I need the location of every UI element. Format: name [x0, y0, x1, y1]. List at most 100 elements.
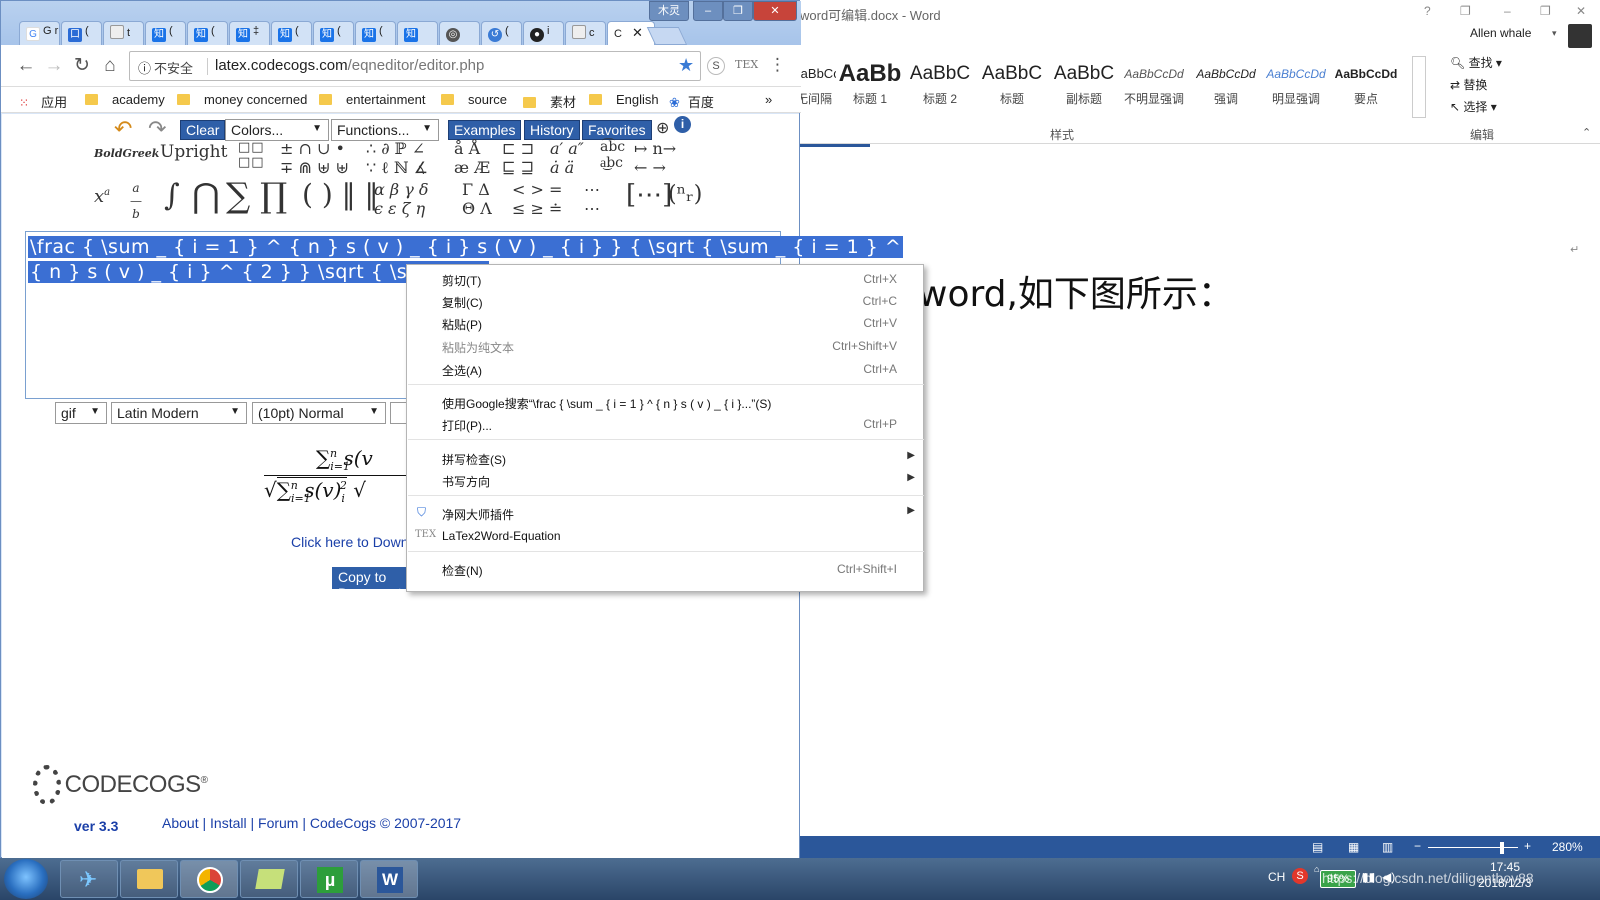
colors-dropdown[interactable]: Colors... ▼ — [225, 119, 329, 141]
undo-icon[interactable]: ↶ — [114, 116, 132, 142]
close-icon[interactable]: ✕ — [1576, 4, 1586, 18]
history-button[interactable]: History — [524, 120, 580, 140]
minimize-icon[interactable]: – — [693, 1, 723, 21]
tab-zhihu-1[interactable]: 知( — [145, 21, 186, 45]
tab-zhihu-7[interactable]: 知 — [397, 21, 438, 45]
big-cap-icon[interactable]: ⋂ — [192, 176, 220, 216]
primes-icon[interactable]: a′ a″ ȧ ä — [550, 139, 584, 177]
bookmark-apps[interactable]: ⁙ 应用 — [19, 92, 67, 111]
operators-icon[interactable]: ± ∩ ∪ • ∓ ⋒ ⊎ ⊎ — [280, 139, 349, 177]
style-title[interactable]: AaBbC 标题 — [976, 60, 1048, 110]
address-bar[interactable]: ⓘ 不安全 latex.codecogs.com/eqneditor/edito… — [129, 51, 701, 81]
matrix-icon[interactable]: □□ □□ — [238, 140, 265, 170]
select-button[interactable]: ↖ 选择 ▾ — [1450, 98, 1497, 115]
start-button[interactable] — [4, 859, 48, 899]
add-icon[interactable]: ⊕ — [656, 118, 669, 138]
bookmark-source[interactable]: source — [441, 92, 507, 107]
find-button[interactable]: 🔍︎ 查找 ▾ — [1450, 54, 1502, 71]
bookmark-entertainment[interactable]: entertainment — [319, 92, 426, 107]
avatar[interactable] — [1568, 24, 1592, 48]
menu-item-spellcheck[interactable]: 拼写检查(S) ▶ — [407, 447, 923, 469]
bookmark-academy[interactable]: academy — [85, 92, 165, 107]
sum-icon[interactable]: ∑ — [226, 176, 250, 216]
menu-item-latex2word[interactable]: TEX LaTex2Word-Equation — [407, 525, 923, 547]
tab-3[interactable]: t — [103, 21, 144, 45]
redo-icon[interactable]: ↷ — [148, 116, 166, 142]
style-emphasis[interactable]: AaBbCcDd 强调 — [1190, 60, 1262, 110]
greek-lower-icon[interactable]: α β γ δϵ ε ζ η — [374, 180, 429, 218]
greek-upper-icon[interactable]: Γ ΔΘ Λ — [462, 180, 492, 218]
info-icon[interactable]: i — [674, 116, 691, 133]
overline-icon[interactable]: a͡bc a͜bc — [600, 139, 625, 172]
tex-extension-icon[interactable]: TEX — [735, 58, 758, 71]
menu-item-adblock-plugin[interactable]: ⛉ 净网大师插件 ▶ — [407, 502, 923, 524]
brackets-icon[interactable]: ( ) ‖ ‖ — [302, 178, 379, 211]
tab-photo[interactable]: ◎ — [439, 21, 480, 45]
matrix-brackets-icon[interactable]: [⋯] — [626, 180, 672, 210]
print-layout-icon[interactable]: ▦ — [1348, 840, 1359, 854]
product-icon[interactable]: ∏ — [260, 176, 287, 216]
functions-dropdown[interactable]: Functions... ▼ — [331, 119, 439, 141]
tab-zhihu-5[interactable]: 知( — [313, 21, 354, 45]
tab-codecogs-active[interactable]: C ✕ — [607, 21, 655, 45]
tab-github[interactable]: ● i — [523, 21, 564, 45]
zoom-in-button[interactable]: + — [1524, 839, 1531, 853]
bookmarks-overflow[interactable]: » — [765, 92, 772, 107]
user-dropdown-icon[interactable]: ▾ — [1552, 28, 1557, 39]
extension-s-icon[interactable]: S — [707, 57, 725, 75]
style-subtle-emphasis[interactable]: AaBbCcDd 不明显强调 — [1118, 60, 1190, 110]
ribbon-display-icon[interactable]: ❐ — [1460, 4, 1471, 18]
menu-item-writing-direction[interactable]: 书写方向 ▶ — [407, 469, 923, 491]
web-layout-icon[interactable]: ▥ — [1382, 840, 1393, 854]
style-heading-1[interactable]: AaBb 标题 1 — [838, 60, 902, 110]
minimize-icon[interactable]: – — [1504, 4, 1511, 18]
tab-zhihu-4[interactable]: 知( — [271, 21, 312, 45]
help-icon[interactable]: ? — [1424, 4, 1431, 18]
word-user-name[interactable]: Allen whale — [1470, 26, 1531, 40]
menu-item-copy[interactable]: 复制(C) Ctrl+C — [407, 290, 923, 312]
size-select[interactable]: (10pt) Normal ▼ — [252, 402, 386, 424]
tab-history[interactable]: ↺( — [481, 21, 522, 45]
bookmark-material[interactable]: 素材 — [523, 92, 576, 111]
examples-button[interactable]: Examples — [448, 120, 522, 140]
restore-icon[interactable]: ❐ — [1540, 4, 1551, 18]
close-icon[interactable]: ✕ — [753, 1, 797, 21]
replace-button[interactable]: ⇄ 替换 — [1450, 76, 1487, 93]
profile-button[interactable]: 木灵 — [649, 1, 689, 21]
menu-item-paste[interactable]: 粘贴(P) Ctrl+V — [407, 312, 923, 334]
bookmark-english[interactable]: English — [589, 92, 659, 107]
menu-item-inspect[interactable]: 检查(N) Ctrl+Shift+I — [407, 558, 923, 580]
zoom-slider[interactable] — [1428, 847, 1518, 848]
security-label[interactable]: 不安全 — [154, 58, 193, 77]
tab-zhihu-3[interactable]: 知 ‡ — [229, 21, 270, 45]
info-icon[interactable]: ⓘ — [138, 58, 151, 77]
taskbar-app-files[interactable] — [240, 860, 298, 898]
sogou-icon[interactable]: S — [1292, 868, 1308, 884]
menu-icon[interactable]: ⋮ — [769, 55, 786, 75]
menu-item-cut[interactable]: 剪切(T) Ctrl+X — [407, 268, 923, 290]
bookmark-baidu[interactable]: ❀ 百度 — [669, 92, 714, 111]
menu-item-select-all[interactable]: 全选(A) Ctrl+A — [407, 358, 923, 380]
about-link[interactable]: About — [162, 815, 199, 831]
style-heading-2[interactable]: AaBbC 标题 2 — [904, 60, 976, 110]
tab-close-icon[interactable]: ✕ — [632, 25, 643, 40]
integral-icon[interactable]: ∫ — [164, 178, 180, 213]
latex-line-1[interactable]: \frac { \sum _ { i = 1 } ^ { n } s ( v )… — [28, 236, 904, 258]
tab-2[interactable]: 口( — [61, 21, 102, 45]
taskbar-app-explorer[interactable] — [120, 860, 178, 898]
accents-icon[interactable]: å Åæ Æ — [454, 139, 490, 177]
forward-icon[interactable]: → — [43, 55, 65, 77]
copyright-link[interactable]: CodeCogs © 2007-2017 — [310, 815, 461, 831]
read-mode-icon[interactable]: ▤ — [1312, 840, 1323, 854]
superscript-icon[interactable]: xa — [94, 186, 110, 207]
menu-item-print[interactable]: 打印(P)... Ctrl+P — [407, 413, 923, 435]
zoom-out-button[interactable]: − — [1414, 839, 1421, 853]
styles-gallery-scrollbar[interactable] — [1412, 56, 1426, 118]
inequality-icon[interactable]: < > = ≤ ≥ ≐ — [512, 180, 562, 218]
taskbar-app-bird[interactable]: ✈ — [60, 860, 118, 898]
tab-google[interactable]: GG r — [19, 21, 60, 45]
home-icon[interactable]: ⌂ — [99, 55, 121, 77]
dots-icon[interactable]: ⋯ ⋯ — [584, 180, 600, 218]
zoom-level[interactable]: 280% — [1552, 840, 1583, 854]
install-link[interactable]: Install — [210, 815, 247, 831]
